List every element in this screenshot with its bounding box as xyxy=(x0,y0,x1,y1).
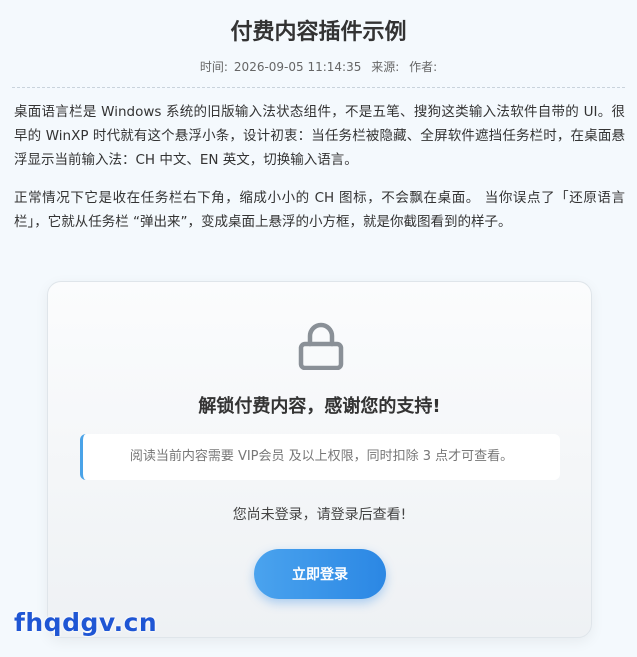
article-paragraph: 桌面语言栏是 Windows 系统的旧版输入法状态组件，不是五笔、搜狗这类输入法… xyxy=(14,104,625,168)
paywall-box: 解锁付费内容，感谢您的支持! 阅读当前内容需要 VIP会员 及以上权限，同时扣除… xyxy=(47,281,592,638)
paywall-notice: 阅读当前内容需要 VIP会员 及以上权限，同时扣除 3 点才可查看。 xyxy=(80,434,560,480)
article-body: 桌面语言栏是 Windows 系统的旧版输入法状态组件，不是五笔、搜狗这类输入法… xyxy=(0,100,637,234)
time-label: 时间: xyxy=(199,60,228,74)
author-label: 作者: xyxy=(409,60,438,74)
lock-icon xyxy=(298,322,344,370)
article-meta: 时间: 2026-09-05 11:14:35 来源: 作者: xyxy=(0,59,637,75)
site-watermark: fhqdgv.cn xyxy=(14,608,158,637)
login-button[interactable]: 立即登录 xyxy=(254,549,386,599)
login-hint: 您尚未登录，请登录后查看! xyxy=(232,507,407,523)
time-value: 2026-09-05 11:14:35 xyxy=(233,60,362,74)
article-title: 付费内容插件示例 xyxy=(230,20,407,45)
title-divider xyxy=(12,87,625,88)
source-label: 来源: xyxy=(371,60,400,74)
article-paragraph: 正常情况下它是收在任务栏右下角，缩成小小的 CH 图标，不会飘在桌面。 当你误点… xyxy=(14,190,625,230)
paywall-heading: 解锁付费内容，感谢您的支持! xyxy=(198,396,441,417)
